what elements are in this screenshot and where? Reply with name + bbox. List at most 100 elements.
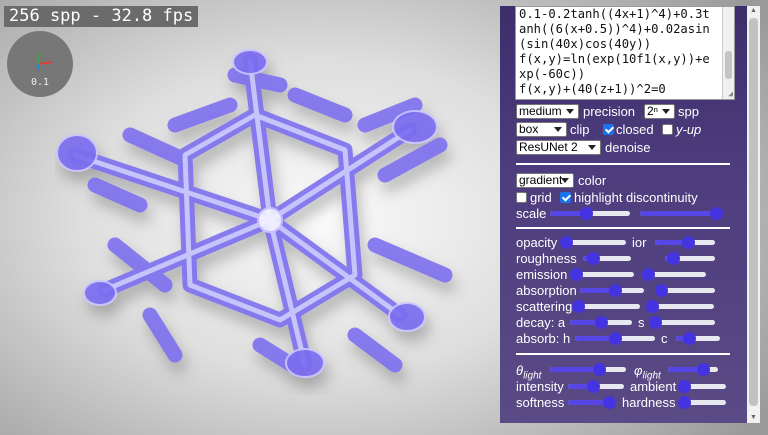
emission-slider-b[interactable] [642,268,706,281]
snowflake-shape [56,49,453,378]
z-axis-line [37,63,40,70]
slider-thumb[interactable] [586,252,600,265]
clip-select[interactable]: box [516,122,567,137]
slider-thumb[interactable] [655,284,668,297]
slider-track[interactable] [655,320,715,325]
resize-grip-icon[interactable]: ◢ [725,90,733,98]
scale-slider-b[interactable] [640,207,723,220]
grid-label: grid [530,190,552,205]
absorption-label: absorption [516,283,577,298]
divider [516,163,730,165]
clip-label: clip [570,122,590,137]
slider-thumb[interactable] [678,396,691,409]
slider-thumb[interactable] [572,300,585,313]
scroll-up-icon[interactable]: ▲ [747,7,760,15]
slider-track[interactable] [648,272,706,277]
slider-thumb[interactable] [678,380,691,393]
absorption-slider-b[interactable] [655,284,715,297]
slider-thumb[interactable] [697,363,710,376]
ior-label: ior [632,235,647,250]
slider-fill [640,211,716,216]
slider-thumb[interactable] [580,207,593,220]
absorb-c-slider[interactable] [676,332,720,345]
equation-editor[interactable]: 0.1-0.2tanh((4x+1)^4)+0.3t anh((6(x+0.5)… [515,6,735,100]
absorb-h-slider[interactable] [575,332,655,345]
equation-scrollbar[interactable] [722,7,734,99]
equation-line: anh((6(x+0.5))^4)+0.02asin [519,22,710,36]
intensity-slider[interactable] [568,380,624,393]
slider-thumb[interactable] [683,332,697,345]
slider-thumb[interactable] [595,316,608,329]
scattering-slider-b[interactable] [646,300,714,313]
slider-fill [550,367,600,372]
scattering-label: scattering [516,299,573,314]
slider-thumb[interactable] [587,380,601,393]
equation-scroll-thumb[interactable] [725,51,732,79]
ambient-slider[interactable] [678,380,726,393]
slider-thumb[interactable] [682,236,695,249]
spp-label: spp [678,104,699,119]
color-label: color [578,173,607,188]
decay-a-slider[interactable] [570,316,632,329]
slider-thumb[interactable] [642,268,655,281]
grid-checkbox[interactable] [516,192,527,203]
highlight-discontinuity-label: highlight discontinuity [574,190,698,205]
closed-checkbox[interactable] [603,124,614,135]
slider-thumb[interactable] [710,207,723,220]
slider-thumb[interactable] [666,252,680,265]
absorb-c-label: c [661,331,668,346]
emission-label: emission [516,267,568,282]
opacity-label: opacity [516,235,558,250]
slider-track[interactable] [566,240,626,245]
absorption-slider-a[interactable] [580,284,644,297]
snowflake-render[interactable] [55,45,495,395]
precision-select[interactable]: medium [516,104,579,119]
spp-select[interactable]: 2ⁿ [644,104,675,119]
roughness-slider-a[interactable] [583,252,631,265]
emission-slider-a[interactable] [570,268,634,281]
slider-thumb[interactable] [602,396,616,409]
divider [516,353,730,355]
divider [516,227,730,229]
decay-s-slider[interactable] [649,316,715,329]
slider-thumb[interactable] [646,300,659,313]
scattering-slider-a[interactable] [572,300,640,313]
slider-thumb[interactable] [609,332,622,345]
yup-label: y-up [676,122,702,137]
opacity-slider[interactable] [560,236,626,249]
slider-thumb[interactable] [560,236,573,249]
hardness-label: hardness [622,395,676,410]
roughness-label: roughness [516,251,577,266]
denoise-label: denoise [605,140,651,155]
decay-s-label: s [638,315,645,330]
softness-slider[interactable] [568,396,616,409]
scale-label: scale [516,206,547,221]
panel-scrollbar[interactable]: ▲ ▼ [747,6,760,423]
absorb-h-label: absorb: h [516,331,571,346]
slider-thumb[interactable] [649,316,662,329]
hardness-slider[interactable] [678,396,726,409]
x-axis-line [38,61,53,65]
panel-scroll-thumb[interactable] [749,18,758,406]
ambient-label: ambient [630,379,677,394]
slider-track[interactable] [578,304,640,309]
slider-thumb[interactable] [609,284,623,297]
scroll-down-icon[interactable]: ▼ [747,414,760,422]
softness-label: softness [516,395,565,410]
slider-thumb[interactable] [593,363,607,376]
highlight-discontinuity-checkbox[interactable] [560,192,571,203]
ior-slider[interactable] [655,236,715,249]
phi-light-slider[interactable] [668,363,718,376]
denoise-select[interactable]: ResUNet 2 [516,140,601,155]
yup-checkbox[interactable] [662,124,673,135]
slider-track[interactable] [576,272,634,277]
equation-line: xp(-60c)) [519,67,586,81]
color-mode-select[interactable]: gradient [516,173,574,188]
equation-line: f(x,y)+(40(z+1))^2=0 [519,82,666,96]
roughness-slider-b[interactable] [665,252,715,265]
equation-line: 0.1-0.2tanh((4x+1)^4)+0.3t [519,7,710,21]
scale-slider-a[interactable] [550,207,630,220]
theta-light-slider[interactable] [550,363,626,376]
slider-thumb[interactable] [570,268,583,281]
slider-track[interactable] [652,304,714,309]
